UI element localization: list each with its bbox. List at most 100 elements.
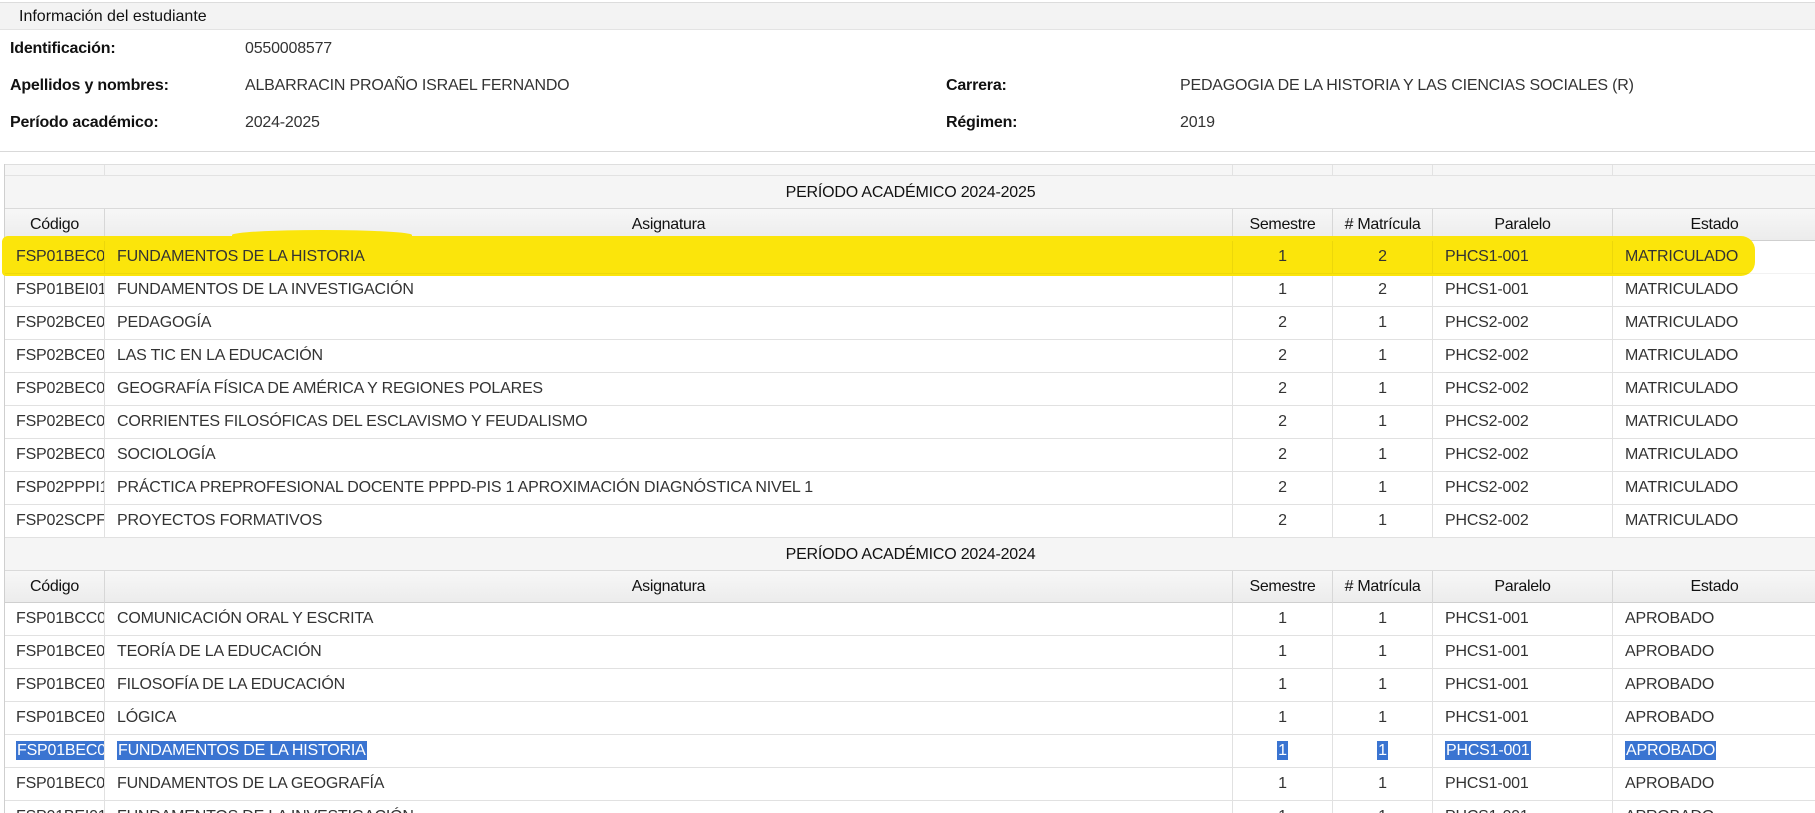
cell-matricula: 1 — [1333, 702, 1433, 734]
cell-semestre: 2 — [1233, 472, 1333, 504]
table-row[interactable]: FSP02BEC07 SOCIOLOGÍA 2 1 PHCS2-002 MATRICULA… — [5, 439, 1815, 472]
cell-estado: APROBADO — [1613, 636, 1815, 668]
cell-matricula: 1 — [1333, 373, 1433, 405]
table-row[interactable]: FSP01BEI01FUNDAMENTOS DE LA INVESTIGACIÓ… — [5, 274, 1815, 307]
selected-text: FUNDAMENTOS DE LA HISTORIA — [117, 741, 367, 760]
table-row[interactable]: FSP02BCE02 PEDAGOGÍA 2 1 PHCS2-002 MATRICULAD… — [5, 307, 1815, 340]
selected-text: 1 — [1377, 741, 1388, 760]
table-row[interactable]: FSP01BCE03 FILOSOFÍA DE LA EDUCACIÓN 1 1 PHC… — [5, 669, 1815, 702]
identificacion-label: Identificación: — [10, 40, 116, 57]
cell-paralelo: PHCS1-001 — [1433, 768, 1613, 800]
column-header-row: Código Asignatura Semestre # Matrícula Paral… — [5, 571, 1815, 603]
cell-codigo: FSP01BCC07 — [5, 603, 105, 635]
cell-estado: APROBADO — [1613, 603, 1815, 635]
cell-matricula: 1 — [1333, 340, 1433, 372]
table-row[interactable]: FSP02PPPI1 PRÁCTICA PREPROFESIONAL DOCENT… — [5, 472, 1815, 505]
cell-paralelo: PHCS1-001 — [1433, 669, 1613, 701]
cell-asignatura: FUNDAMENTOS DE LA HISTORIA — [105, 241, 1233, 273]
table-row[interactable]: FSP01BEC04 FUNDAMENTOS DE LA HISTORIA 1 2 PH… — [5, 241, 1815, 274]
selected-text: APROBADO — [1625, 741, 1717, 760]
cell-codigo: FSP01BEC04 — [5, 241, 105, 273]
table-row[interactable]: FSP02BEC05 GEOGRAFÍA FÍSICA DE AMÉRICA Y … — [5, 373, 1815, 406]
cell-paralelo: PHCS2-002 — [1433, 439, 1613, 471]
table-row[interactable]: FSP01BCC07 COMUNICACIÓN ORAL Y ESCRITA 1 1 P… — [5, 603, 1815, 636]
table-row[interactable]: FSP02BEC06 CORRIENTES FILOSÓFICAS DEL ESC… — [5, 406, 1815, 439]
cell-estado: APROBADO — [1613, 735, 1815, 767]
student-info-header: Información del estudiante — [0, 2, 1815, 30]
cell-paralelo: PHCS1-001 — [1433, 636, 1613, 668]
cell-asignatura: LÓGICA — [105, 702, 1233, 734]
cell-semestre: 2 — [1233, 505, 1333, 537]
table-row[interactable]: FSP01BEC04 FUNDAMENTOS DE LA HISTORIA 1 1 PH… — [5, 735, 1815, 768]
table-row[interactable]: FSP02SCPF1 PROYECTOS FORMATIVOS 2 1 PHCS2-00… — [5, 505, 1815, 538]
cell-matricula: 2 — [1333, 274, 1433, 306]
cell-paralelo: PHCS1-001 — [1433, 702, 1613, 734]
cell-codigo: FSP02BCE03 — [5, 340, 105, 372]
cell-matricula: 1 — [1333, 406, 1433, 438]
apellidos-value: ALBARRACIN PROAÑO ISRAEL FERNANDO — [245, 77, 570, 94]
cell-matricula: 1 — [1333, 603, 1433, 635]
column-header-paralelo[interactable]: Paralelo — [1433, 571, 1613, 603]
cell-paralelo: PHCS1-001 — [1433, 801, 1613, 813]
cell-semestre: 1 — [1233, 669, 1333, 701]
cell-asignatura: CORRIENTES FILOSÓFICAS DEL ESCLAVISMO Y … — [105, 406, 1233, 438]
selected-text: PHCS1-001 — [1445, 741, 1531, 760]
table-row[interactable]: FSP01BEI01FUNDAMENTOS DE LA INVESTIGACIÓ… — [5, 801, 1815, 813]
cell-asignatura: PROYECTOS FORMATIVOS — [105, 505, 1233, 537]
column-header-semestre[interactable]: Semestre — [1233, 571, 1333, 603]
cell-paralelo: PHCS2-002 — [1433, 505, 1613, 537]
grid-top-strip — [5, 164, 1815, 177]
cell-asignatura: GEOGRAFÍA FÍSICA DE AMÉRICA Y REGIONES P… — [105, 373, 1233, 405]
period-title: PERÍODO ACADÉMICO 2024-2024 — [5, 538, 1815, 571]
cell-codigo: FSP02PPPI1 — [5, 472, 105, 504]
column-header-matricula[interactable]: # Matrícula — [1333, 571, 1433, 603]
cell-asignatura: FUNDAMENTOS DE LA INVESTIGACIÓN — [105, 801, 1233, 813]
apellidos-label: Apellidos y nombres: — [10, 77, 169, 94]
cell-codigo: FSP02BCE02 — [5, 307, 105, 339]
cell-codigo: FSP01BCE03 — [5, 669, 105, 701]
selected-text: FSP01BEC04 — [16, 741, 104, 760]
column-header-estado[interactable]: Estado — [1613, 571, 1815, 603]
cell-matricula: 1 — [1333, 472, 1433, 504]
cell-paralelo: PHCS2-002 — [1433, 472, 1613, 504]
cell-estado: MATRICULADO — [1613, 241, 1815, 273]
cell-matricula: 1 — [1333, 735, 1433, 767]
cell-semestre: 1 — [1233, 735, 1333, 767]
table-row[interactable]: FSP01BCE06 LÓGICA 1 1 PHCS1-001 APROBADO — [5, 702, 1815, 735]
cell-asignatura: FUNDAMENTOS DE LA INVESTIGACIÓN — [105, 274, 1233, 306]
cell-paralelo: PHCS1-001 — [1433, 735, 1613, 767]
cell-codigo: FSP01BEI01 — [5, 801, 105, 813]
periodo-label: Período académico: — [10, 114, 159, 131]
cell-matricula: 1 — [1333, 439, 1433, 471]
cell-matricula: 1 — [1333, 801, 1433, 813]
cell-paralelo: PHCS1-001 — [1433, 241, 1613, 273]
column-header-asignatura[interactable]: Asignatura — [105, 571, 1233, 603]
cell-estado: MATRICULADO — [1613, 274, 1815, 306]
cell-asignatura: FILOSOFÍA DE LA EDUCACIÓN — [105, 669, 1233, 701]
cell-semestre: 1 — [1233, 801, 1333, 813]
cell-paralelo: PHCS1-001 — [1433, 274, 1613, 306]
cell-estado: MATRICULADO — [1613, 505, 1815, 537]
cell-estado: APROBADO — [1613, 801, 1815, 813]
cell-asignatura: PRÁCTICA PREPROFESIONAL DOCENTE PPPD-PIS… — [105, 472, 1233, 504]
period-title: PERÍODO ACADÉMICO 2024-2025 — [5, 176, 1815, 209]
selected-text: 1 — [1277, 741, 1288, 760]
enrollment-grid: PERÍODO ACADÉMICO 2024-2025 Código Asignat… — [4, 164, 1815, 813]
table-row[interactable]: FSP01BCE02 TEORÍA DE LA EDUCACIÓN 1 1 PHCS1-… — [5, 636, 1815, 669]
cell-semestre: 2 — [1233, 439, 1333, 471]
table-row[interactable]: FSP01BEC05 FUNDAMENTOS DE LA GEOGRAFÍA 1 1 P… — [5, 768, 1815, 801]
cell-estado: MATRICULADO — [1613, 373, 1815, 405]
cell-estado: MATRICULADO — [1613, 307, 1815, 339]
cell-codigo: FSP02SCPF1 — [5, 505, 105, 537]
cell-matricula: 1 — [1333, 505, 1433, 537]
column-header-codigo[interactable]: Código — [5, 571, 105, 603]
regimen-label: Régimen: — [946, 114, 1018, 131]
cell-matricula: 1 — [1333, 669, 1433, 701]
cell-semestre: 1 — [1233, 274, 1333, 306]
table-row[interactable]: FSP02BCE03 LAS TIC EN LA EDUCACIÓN 2 1 PHCS2… — [5, 340, 1815, 373]
cell-codigo: FSP01BEC05 — [5, 768, 105, 800]
cell-asignatura: FUNDAMENTOS DE LA HISTORIA — [105, 735, 1233, 767]
cell-paralelo: PHCS2-002 — [1433, 373, 1613, 405]
cell-matricula: 2 — [1333, 241, 1433, 273]
cell-codigo: FSP02BEC05 — [5, 373, 105, 405]
